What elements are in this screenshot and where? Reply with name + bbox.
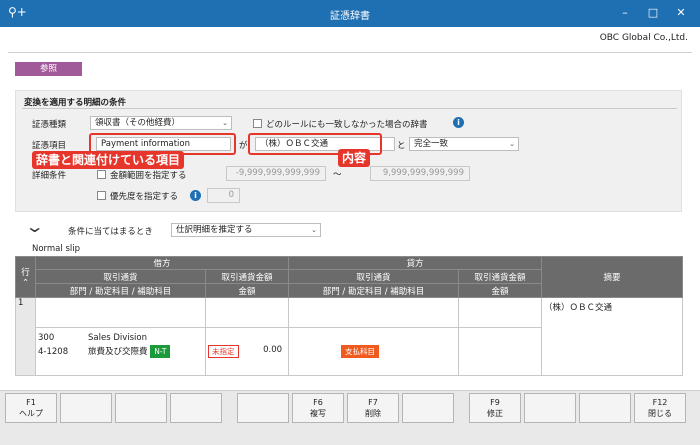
debit-amount-cell[interactable]: 未指定 0.00 <box>204 327 290 376</box>
fkey-label: 削除 <box>365 409 381 418</box>
debit-header: 借方 <box>34 256 290 270</box>
close-button[interactable]: ✕ <box>670 4 692 22</box>
summary-cell[interactable]: （株）ＯＢＣ交通 <box>541 297 684 376</box>
fkey-4-button[interactable] <box>170 393 222 423</box>
voucher-item-label: 証憑項目 <box>32 141 67 151</box>
account-code: 4-1208 <box>38 347 69 357</box>
section-underline <box>22 108 677 109</box>
journal-table: 行 ⌃ 借方 貸方 摘要 取引通貨 取引通貨金額 取引通貨 取引通貨金額 部門 /… <box>15 256 684 376</box>
amount-to-input[interactable]: 9,999,999,999,999 <box>370 166 470 181</box>
dept-name: Sales Division <box>88 333 148 343</box>
chevron-up-icon: ⌃ <box>21 278 30 288</box>
info-icon[interactable]: i <box>453 117 464 128</box>
debit-dept-header: 部門 / 勘定科目 / 補助科目 <box>35 283 206 298</box>
row-header[interactable]: 行 ⌃ <box>15 256 36 298</box>
no-match-label: どのルールにも一致しなかった場合の辞書 <box>266 120 428 130</box>
row-number: 1 <box>15 297 36 376</box>
summary-header: 摘要 <box>541 256 684 298</box>
credit-currency-amount-cell[interactable] <box>458 297 543 328</box>
info-icon[interactable]: i <box>190 190 201 201</box>
fkey-label: 閉じる <box>648 409 672 418</box>
priority-input[interactable]: 0 <box>207 188 240 203</box>
fkey-key: F6 <box>313 398 323 407</box>
credit-currency-header: 取引通貨 <box>288 269 460 284</box>
debit-currency-amount-cell[interactable] <box>204 297 290 328</box>
maximize-button[interactable]: □ <box>642 4 664 22</box>
mode-badge: 参照 <box>15 62 82 76</box>
slip-tab[interactable]: Normal slip <box>32 244 80 254</box>
fkey-key: F1 <box>26 398 36 407</box>
fkey-3-button[interactable] <box>115 393 167 423</box>
credit-account-cell[interactable]: 支払科目 <box>288 327 460 376</box>
voucher-type-select[interactable]: 領収書（その他経費） ⌄ <box>90 116 232 130</box>
amount-range-label: 金額範囲を指定する <box>110 171 187 181</box>
fkey-9-button[interactable]: F9 修正 <box>469 393 521 423</box>
ga-label: が <box>239 141 248 151</box>
debit-account-cell[interactable]: 300 Sales Division 4-1208 旅費及び交際費 N-T <box>35 327 206 376</box>
section-title: 変換を適用する明細の条件 <box>24 98 127 108</box>
dept-code: 300 <box>38 333 55 343</box>
credit-currency-amount-header: 取引通貨金額 <box>458 269 543 284</box>
fkey-2-button[interactable] <box>60 393 112 423</box>
credit-amount-cell[interactable] <box>458 327 543 376</box>
credit-header: 貸方 <box>288 256 543 270</box>
annotation-content: 内容 <box>338 149 371 167</box>
fkey-7-button[interactable]: F7 削除 <box>347 393 399 423</box>
fkey-key: F9 <box>490 398 500 407</box>
when-label: 条件に当てはまるとき <box>68 227 153 237</box>
fkey-6-button[interactable]: F6 複写 <box>292 393 344 423</box>
tilde-label: ～ <box>333 170 342 180</box>
title-bar: ⚲+ 証憑辞書 – □ ✕ <box>0 0 700 27</box>
when-value: 仕訳明細を推定する <box>176 225 253 235</box>
divider <box>8 52 692 53</box>
fkey-key: F12 <box>652 398 668 407</box>
fkey-label: 複写 <box>310 409 326 418</box>
debit-amount: 0.00 <box>263 345 283 355</box>
match-type-select[interactable]: 完全一致 ⌄ <box>409 137 519 151</box>
fkey-label: 修正 <box>487 409 503 418</box>
company-name: OBC Global Co.,Ltd. <box>599 33 688 43</box>
window-title: 証憑辞書 <box>330 11 370 22</box>
voucher-type-label: 証憑種類 <box>32 120 67 130</box>
fkey-label: ヘルプ <box>19 409 43 418</box>
amount-range-checkbox[interactable] <box>97 170 106 179</box>
match-type-value: 完全一致 <box>414 139 449 149</box>
chevron-down-icon: ⌄ <box>222 119 228 127</box>
credit-dept-header: 部門 / 勘定科目 / 補助科目 <box>288 283 460 298</box>
credit-currency-cell[interactable] <box>288 297 460 328</box>
tax-tag: N-T <box>150 345 171 358</box>
account-name: 旅費及び交際費 <box>88 347 148 357</box>
fkey-10-button[interactable] <box>524 393 576 423</box>
priority-checkbox[interactable] <box>97 191 106 200</box>
fkey-1-button[interactable]: F1 ヘルプ <box>5 393 57 423</box>
priority-label: 優先度を指定する <box>110 192 179 202</box>
debit-amount-header: 金額 <box>204 283 290 298</box>
fkey-5-button[interactable] <box>237 393 289 423</box>
credit-account-tag: 支払科目 <box>341 345 380 358</box>
debit-currency-header: 取引通貨 <box>35 269 206 284</box>
debit-currency-amount-header: 取引通貨金額 <box>204 269 290 284</box>
when-select[interactable]: 仕訳明細を推定する ⌄ <box>171 223 321 237</box>
chevron-down-icon: ⌄ <box>509 140 515 148</box>
fkey-11-button[interactable] <box>579 393 631 423</box>
debit-currency-cell[interactable] <box>35 297 206 328</box>
annotation-dict-item: 辞書と関連付けている項目 <box>32 151 185 169</box>
detail-label: 詳細条件 <box>32 171 67 181</box>
voucher-type-value: 領収書（その他経費） <box>95 118 181 128</box>
fkey-8-button[interactable] <box>402 393 454 423</box>
chevron-down-icon: ⌄ <box>311 226 317 234</box>
no-match-checkbox[interactable] <box>253 119 262 128</box>
minimize-button[interactable]: – <box>614 4 636 22</box>
fkey-key: F7 <box>368 398 378 407</box>
unspecified-tag: 未指定 <box>208 345 239 358</box>
fkey-12-button[interactable]: F12 閉じる <box>634 393 686 423</box>
collapse-chevron-icon[interactable]: ⌄ <box>25 217 45 236</box>
to-label: と <box>397 141 406 151</box>
credit-amount-header: 金額 <box>458 283 543 298</box>
amount-from-input[interactable]: -9,999,999,999,999 <box>226 166 326 181</box>
